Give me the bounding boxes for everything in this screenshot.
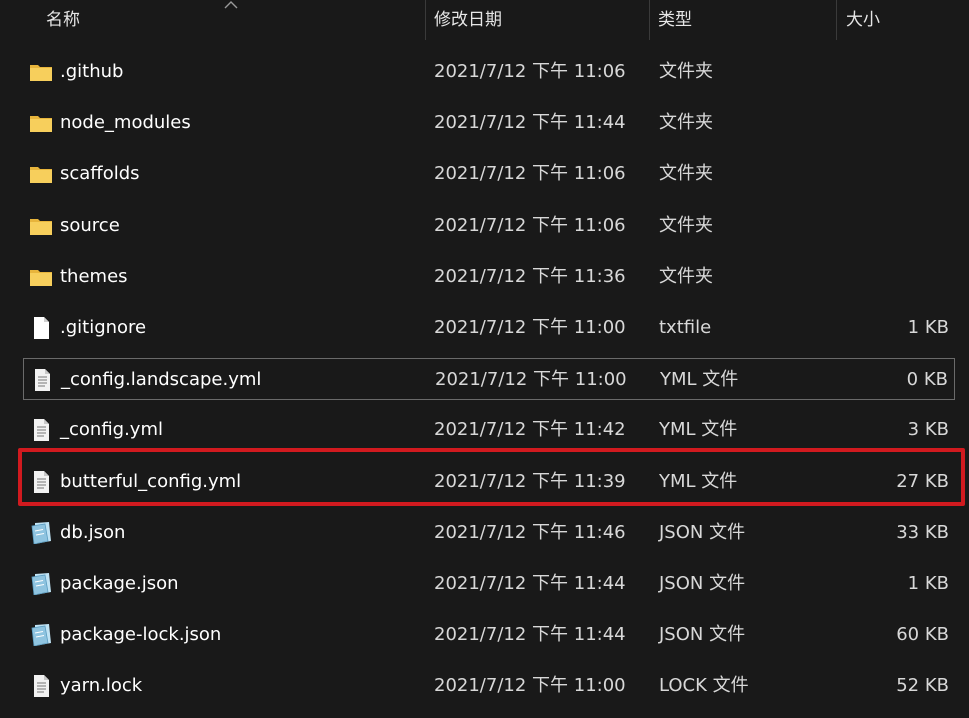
file-modified-date: 2021/7/12 下午 11:42 xyxy=(434,419,626,440)
text-file-icon xyxy=(29,675,53,697)
file-name: package-lock.json xyxy=(60,624,222,645)
file-row[interactable]: source 2021/7/12 下午 11:06 文件夹 xyxy=(23,205,955,247)
column-header-type[interactable]: 类型 xyxy=(658,0,692,40)
file-type: LOCK 文件 xyxy=(659,675,749,696)
folder-icon xyxy=(29,112,53,134)
text-file-icon xyxy=(29,419,53,441)
file-row[interactable]: yarn.lock 2021/7/12 下午 11:00 LOCK 文件 52 KB xyxy=(23,665,955,707)
file-row[interactable]: .gitignore 2021/7/12 下午 11:00 txtfile 1 KB xyxy=(23,307,955,349)
file-row[interactable]: package-lock.json 2021/7/12 下午 11:44 JSON … xyxy=(23,614,955,656)
file-type: txtfile xyxy=(659,317,712,338)
file-size: 1 KB xyxy=(907,317,949,338)
text-file-icon xyxy=(29,471,53,493)
file-type: YML 文件 xyxy=(660,369,739,390)
file-modified-date: 2021/7/12 下午 11:06 xyxy=(434,163,626,184)
file-size: 27 KB xyxy=(896,471,949,492)
file-type: 文件夹 xyxy=(659,266,713,287)
file-modified-date: 2021/7/12 下午 11:00 xyxy=(435,369,627,390)
file-modified-date: 2021/7/12 下午 11:44 xyxy=(434,112,626,133)
file-name: themes xyxy=(60,266,128,287)
file-size: 52 KB xyxy=(896,675,949,696)
file-name: package.json xyxy=(60,573,179,594)
file-modified-date: 2021/7/12 下午 11:44 xyxy=(434,573,626,594)
folder-icon xyxy=(29,61,53,83)
json-file-icon xyxy=(29,522,53,545)
file-row[interactable]: node_modules 2021/7/12 下午 11:44 文件夹 xyxy=(23,102,955,144)
file-type: JSON 文件 xyxy=(659,573,746,594)
file-size: 33 KB xyxy=(896,522,949,543)
file-type: YML 文件 xyxy=(659,419,738,440)
file-modified-date: 2021/7/12 下午 11:36 xyxy=(434,266,626,287)
folder-icon xyxy=(29,266,53,288)
text-file-icon xyxy=(30,369,54,391)
folder-icon xyxy=(29,163,53,185)
file-type: 文件夹 xyxy=(659,61,713,82)
file-name: _config.landscape.yml xyxy=(61,369,262,390)
file-name: source xyxy=(60,215,120,236)
file-size: 60 KB xyxy=(896,624,949,645)
file-type: 文件夹 xyxy=(659,163,713,184)
file-row[interactable]: themes 2021/7/12 下午 11:36 文件夹 xyxy=(23,256,955,298)
file-modified-date: 2021/7/12 下午 11:06 xyxy=(434,215,626,236)
column-header-date[interactable]: 修改日期 xyxy=(434,0,502,40)
file-type: JSON 文件 xyxy=(659,522,746,543)
file-modified-date: 2021/7/12 下午 11:00 xyxy=(434,317,626,338)
json-file-icon xyxy=(29,624,53,647)
file-size: 1 KB xyxy=(907,573,949,594)
column-divider[interactable] xyxy=(836,0,837,40)
file-name: butterful_config.yml xyxy=(60,471,242,492)
file-name: db.json xyxy=(60,522,126,543)
column-header-name[interactable]: 名称 xyxy=(46,0,80,40)
file-row[interactable]: package.json 2021/7/12 下午 11:44 JSON 文件 1 K… xyxy=(23,563,955,605)
file-type: YML 文件 xyxy=(659,471,738,492)
column-header-bar: 名称 修改日期 类型 大小 xyxy=(0,0,969,40)
file-type: 文件夹 xyxy=(659,112,713,133)
file-row[interactable]: db.json 2021/7/12 下午 11:46 JSON 文件 33 KB xyxy=(23,512,955,554)
file-row[interactable]: butterful_config.yml 2021/7/12 下午 11:39 YM… xyxy=(23,461,955,503)
file-name: node_modules xyxy=(60,112,191,133)
file-modified-date: 2021/7/12 下午 11:46 xyxy=(434,522,626,543)
file-modified-date: 2021/7/12 下午 11:00 xyxy=(434,675,626,696)
file-modified-date: 2021/7/12 下午 11:39 xyxy=(434,471,626,492)
column-header-size[interactable]: 大小 xyxy=(846,0,880,40)
json-file-icon xyxy=(29,573,53,596)
file-row[interactable]: _config.yml 2021/7/12 下午 11:42 YML 文件 3 KB xyxy=(23,409,955,451)
sort-ascending-icon xyxy=(224,1,238,9)
file-name: yarn.lock xyxy=(60,675,143,696)
file-modified-date: 2021/7/12 下午 11:06 xyxy=(434,61,626,82)
column-divider[interactable] xyxy=(425,0,426,40)
file-name: _config.yml xyxy=(60,419,163,440)
file-name: .gitignore xyxy=(60,317,147,338)
file-row[interactable]: scaffolds 2021/7/12 下午 11:06 文件夹 xyxy=(23,153,955,195)
column-divider[interactable] xyxy=(649,0,650,40)
blank-file-icon xyxy=(29,317,53,339)
file-modified-date: 2021/7/12 下午 11:44 xyxy=(434,624,626,645)
folder-icon xyxy=(29,215,53,237)
file-name: scaffolds xyxy=(60,163,140,184)
file-row[interactable]: .github 2021/7/12 下午 11:06 文件夹 xyxy=(23,51,955,93)
file-size: 0 KB xyxy=(906,369,948,390)
file-name: .github xyxy=(60,61,124,82)
file-type: 文件夹 xyxy=(659,215,713,236)
file-type: JSON 文件 xyxy=(659,624,746,645)
file-size: 3 KB xyxy=(907,419,949,440)
file-row[interactable]: _config.landscape.yml 2021/7/12 下午 11:00 Y… xyxy=(23,358,955,400)
